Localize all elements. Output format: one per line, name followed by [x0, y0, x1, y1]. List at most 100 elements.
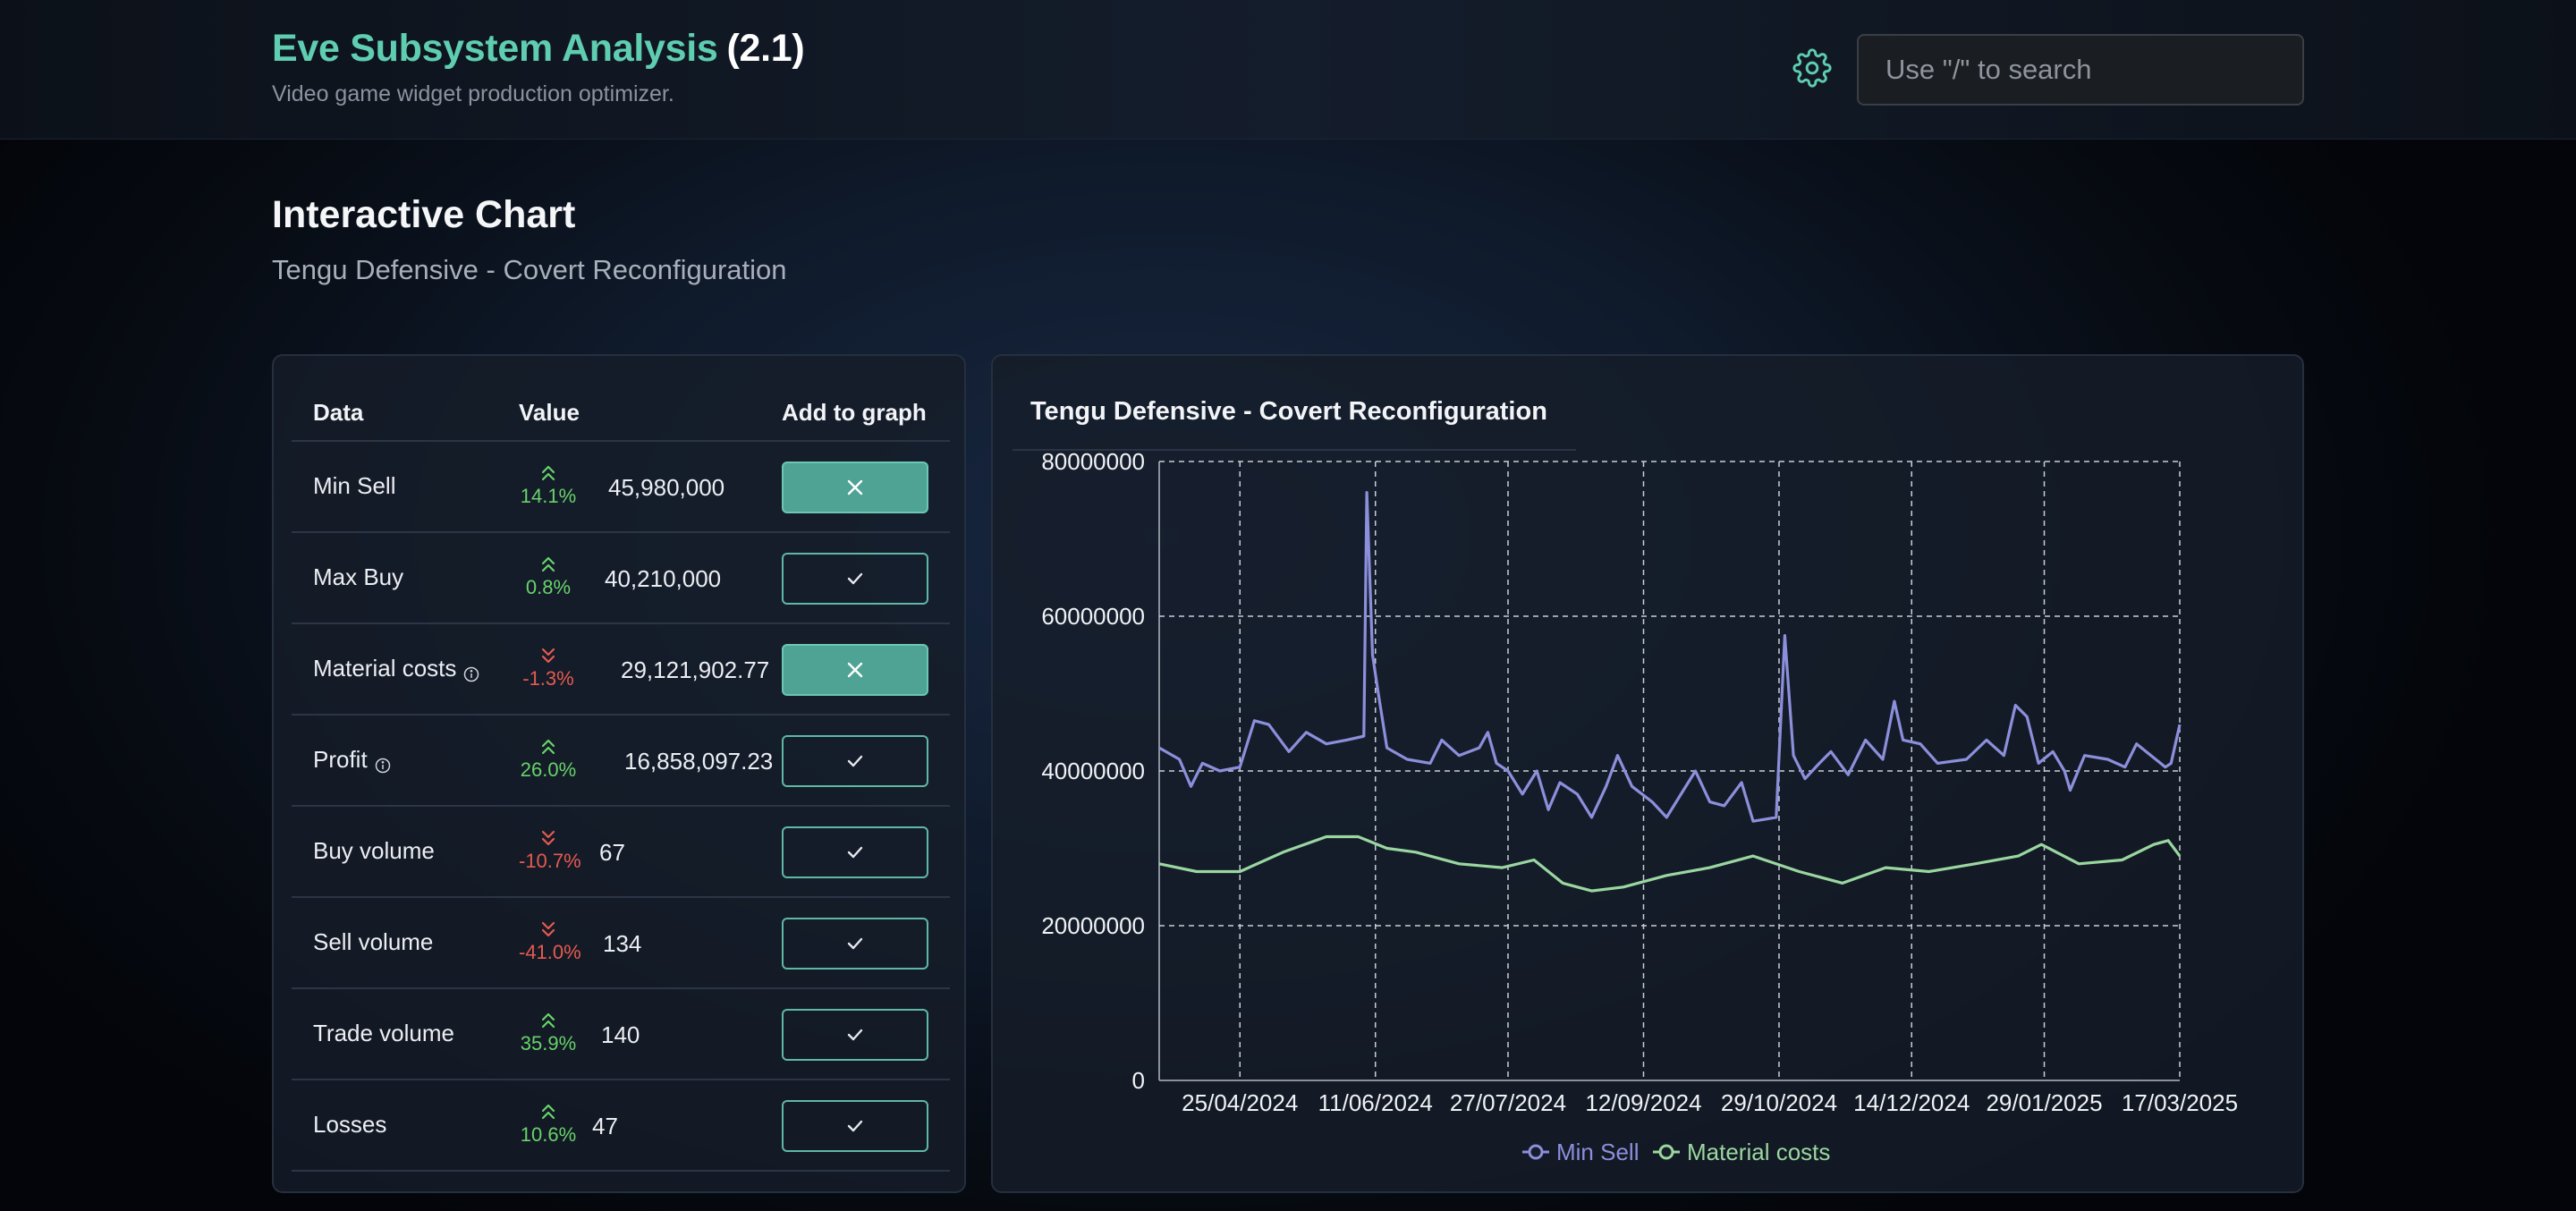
metric-name: Min Sell — [313, 472, 395, 500]
metric-value: 67 — [599, 839, 625, 866]
metric-value: 45,980,000 — [608, 474, 725, 501]
column-header-add-to-graph: Add to graph — [782, 399, 927, 426]
metric-label: Material costs — [313, 655, 457, 682]
table-header: Data Value Add to graph — [292, 379, 950, 442]
check-icon — [845, 751, 865, 771]
x-tick-label: 27/07/2024 — [1450, 1089, 1566, 1116]
column-header-value: Value — [519, 399, 580, 426]
close-icon — [845, 660, 865, 680]
x-tick-label: 12/09/2024 — [1585, 1089, 1701, 1116]
check-icon — [845, 569, 865, 589]
info-icon[interactable] — [463, 661, 479, 682]
legend-label: Material costs — [1687, 1139, 1830, 1165]
legend-marker — [1658, 1144, 1674, 1160]
y-tick-label: 60000000 — [1041, 603, 1145, 630]
change-indicator: 14.1% — [519, 463, 578, 508]
add-to-graph-button[interactable] — [782, 1009, 928, 1061]
metric-value: 16,858,097.23 — [624, 748, 774, 775]
search-input[interactable] — [1857, 34, 2304, 106]
metric-name: Losses — [313, 1111, 386, 1139]
check-icon — [845, 934, 865, 953]
add-to-graph-button[interactable] — [782, 918, 928, 970]
remove-from-graph-button[interactable] — [782, 462, 928, 513]
app-name[interactable]: Eve Subsystem Analysis — [272, 27, 718, 70]
change-percent: 0.8% — [525, 576, 572, 598]
change-percent: 10.6% — [520, 1123, 577, 1146]
add-to-graph-button[interactable] — [782, 735, 928, 787]
metric-label: Profit — [313, 746, 368, 773]
metric-label: Min Sell — [313, 472, 396, 499]
remove-from-graph-button[interactable] — [782, 644, 928, 696]
x-tick-label: 11/06/2024 — [1318, 1089, 1433, 1116]
add-to-graph-button[interactable] — [782, 1100, 928, 1152]
double-chevron-up-icon — [519, 1011, 578, 1030]
x-tick-label: 29/01/2025 — [1986, 1089, 2102, 1116]
line-chart[interactable]: 0 20000000 40000000 60000000 80000000 25/04/2… — [993, 356, 2306, 1195]
double-chevron-up-icon — [519, 555, 578, 574]
page-title: Interactive Chart — [272, 193, 576, 236]
close-icon — [845, 478, 865, 497]
metric-value: 140 — [601, 1021, 640, 1048]
double-chevron-down-icon — [519, 646, 578, 665]
gear-icon[interactable] — [1792, 48, 1832, 88]
change-indicator: -1.3% — [519, 646, 578, 690]
double-chevron-up-icon — [519, 1102, 578, 1122]
legend-label: Min Sell — [1556, 1139, 1639, 1165]
double-chevron-up-icon — [519, 737, 578, 757]
y-tick-label: 40000000 — [1041, 758, 1145, 784]
add-to-graph-button[interactable] — [782, 826, 928, 878]
metric-name: Sell volume — [313, 928, 433, 956]
column-header-data: Data — [313, 399, 364, 426]
metric-label: Sell volume — [313, 928, 434, 955]
metric-name: Trade volume — [313, 1020, 454, 1047]
app-version: (2.1) — [726, 27, 805, 70]
change-indicator: 10.6% — [519, 1102, 578, 1147]
metric-name: Buy volume — [313, 837, 435, 865]
double-chevron-down-icon — [519, 919, 578, 939]
metric-name: Profit — [313, 746, 391, 774]
series-line-min-sell — [1158, 491, 2182, 823]
table-row-sell-volume: Sell volume -41.0% 134 — [292, 898, 950, 989]
table-row-losses: Losses 10.6% 47 — [292, 1080, 950, 1172]
change-indicator: 0.8% — [519, 555, 578, 599]
metric-label: Max Buy — [313, 563, 404, 590]
app-tagline: Video game widget production optimizer. — [272, 81, 674, 106]
change-percent: 14.1% — [520, 485, 577, 507]
x-tick-label: 14/12/2024 — [1853, 1089, 1970, 1116]
change-indicator: -41.0% — [519, 919, 581, 964]
data-table: Data Value Add to graph Min Sell 14.1% 45,… — [292, 379, 950, 1172]
double-chevron-up-icon — [519, 463, 578, 483]
change-indicator: 35.9% — [519, 1011, 578, 1055]
add-to-graph-button[interactable] — [782, 553, 928, 605]
y-tick-label: 0 — [1132, 1067, 1145, 1094]
app-title[interactable]: Eve Subsystem Analysis (2.1) — [272, 27, 805, 71]
x-tick-label: 25/04/2024 — [1182, 1089, 1298, 1116]
metric-label: Trade volume — [313, 1020, 454, 1046]
change-indicator: -10.7% — [519, 828, 581, 873]
table-row-max-buy: Max Buy 0.8% 40,210,000 — [292, 533, 950, 624]
chart-panel: Tengu Defensive - Covert Reconfiguration… — [991, 354, 2304, 1193]
top-bar: Eve Subsystem Analysis (2.1) Video game w… — [0, 0, 2576, 140]
brand: Eve Subsystem Analysis (2.1) Video game w… — [272, 27, 805, 107]
check-icon — [845, 1116, 865, 1136]
change-percent: 35.9% — [520, 1032, 577, 1054]
page-subtitle: Tengu Defensive - Covert Reconfiguration — [272, 254, 787, 285]
metric-value: 40,210,000 — [605, 565, 722, 592]
table-row-profit: Profit 26.0% 16,858,097.23 — [292, 716, 950, 807]
y-tick-label: 80000000 — [1041, 448, 1145, 475]
table-row-min-sell: Min Sell 14.1% 45,980,000 — [292, 442, 950, 533]
check-icon — [845, 843, 865, 862]
change-percent: 26.0% — [520, 758, 577, 781]
change-percent: -41.0% — [519, 941, 581, 963]
metric-value: 29,121,902.77 — [621, 656, 770, 683]
info-icon[interactable] — [375, 752, 391, 773]
table-row-material-costs: Material costs -1.3% 29,121,902.77 — [292, 624, 950, 716]
x-tick-label: 17/03/2025 — [2122, 1089, 2238, 1116]
check-icon — [845, 1025, 865, 1045]
metric-value: 134 — [603, 930, 642, 957]
metric-name: Material costs — [313, 655, 479, 682]
metric-label: Buy volume — [313, 837, 435, 864]
data-table-panel: Data Value Add to graph Min Sell 14.1% 45,… — [272, 354, 966, 1193]
series-line-material-costs — [1158, 834, 2182, 893]
change-percent: -1.3% — [522, 667, 574, 690]
